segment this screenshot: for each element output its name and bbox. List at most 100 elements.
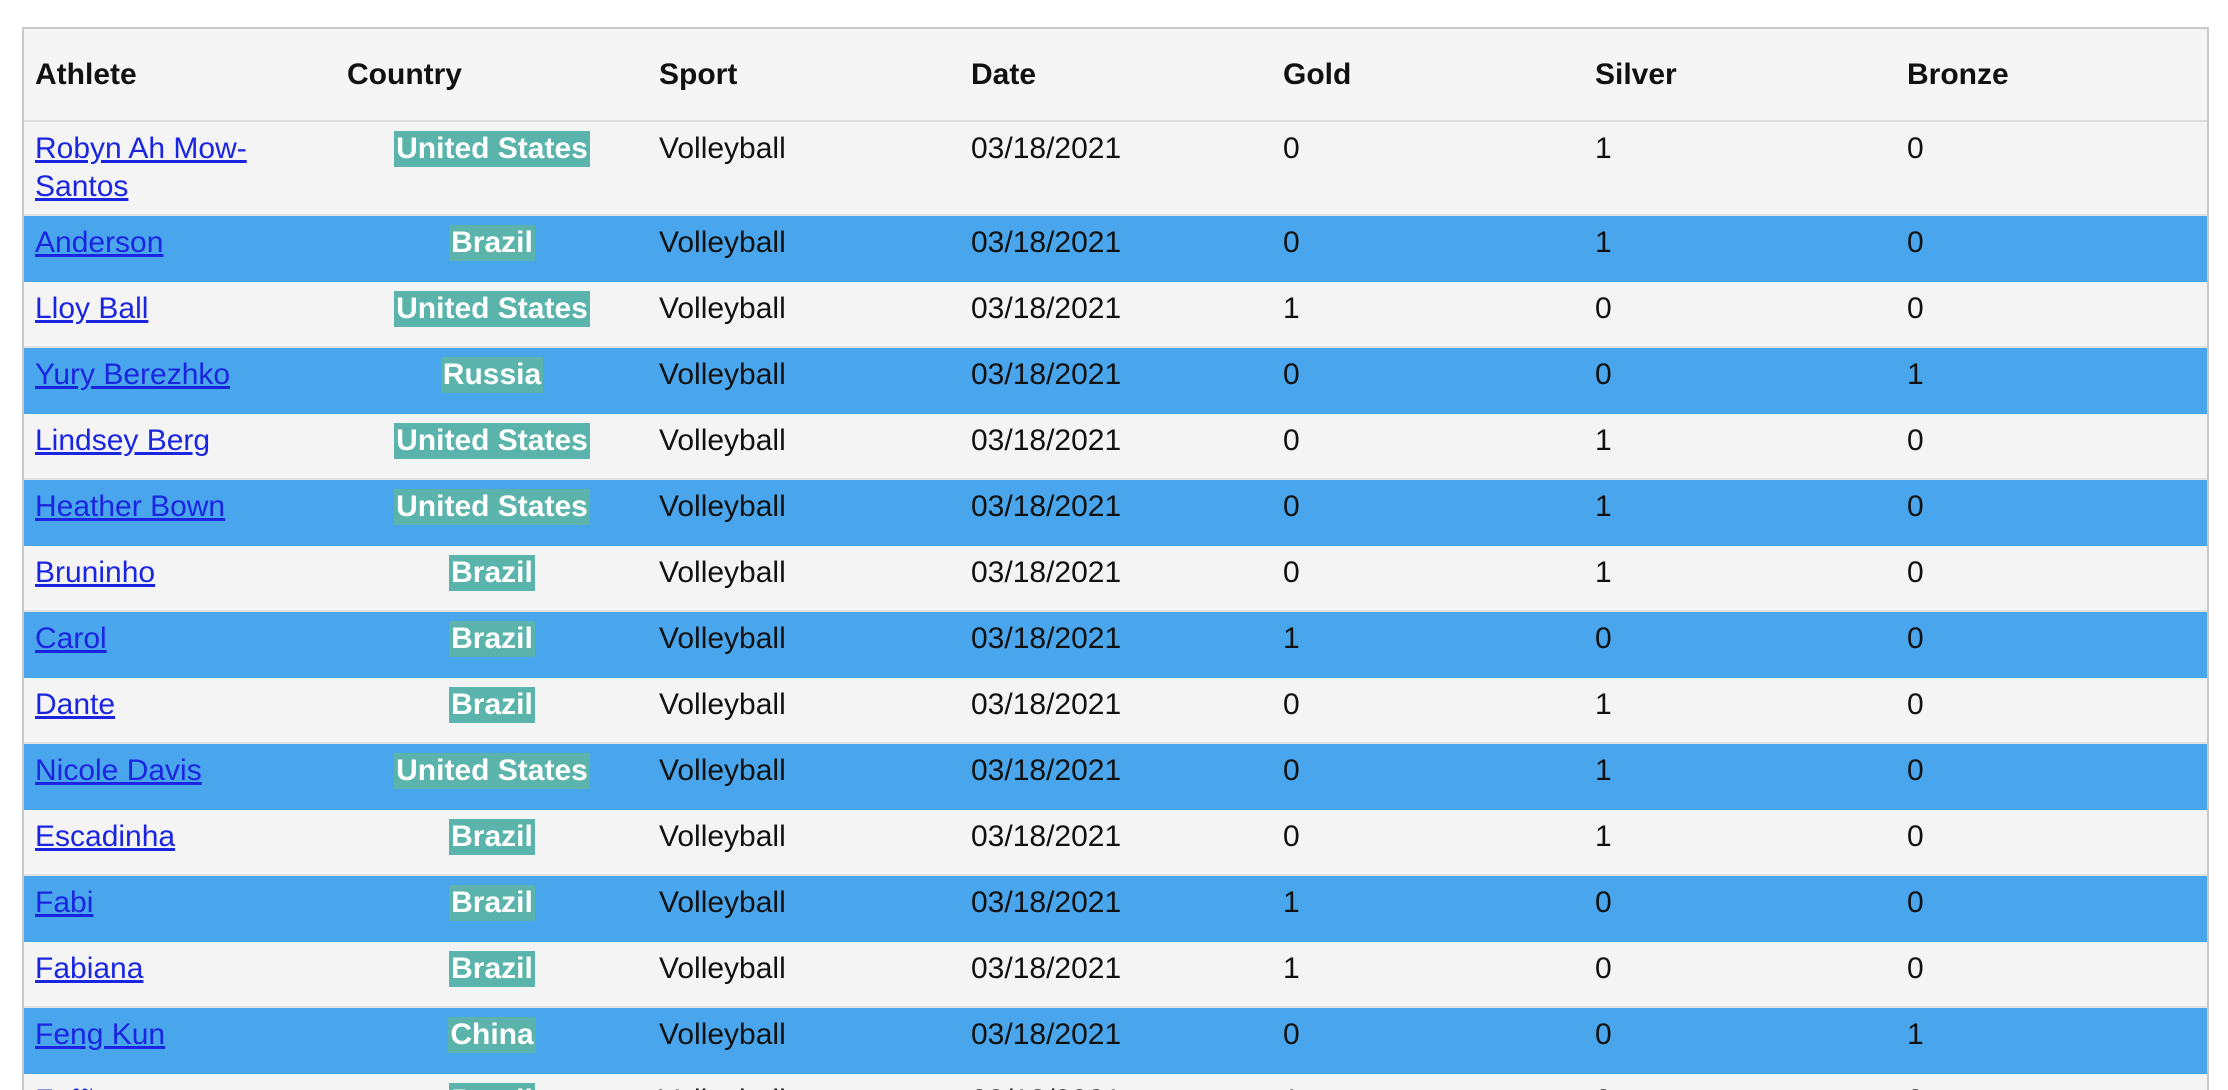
country-badge: Brazil <box>449 819 535 855</box>
cell-athlete: Anderson <box>24 215 336 282</box>
cell-country: Brazil <box>336 677 648 744</box>
cell-country: Brazil <box>336 875 648 942</box>
cell-gold: 0 <box>1272 1007 1584 1074</box>
athlete-link[interactable]: Bruninho <box>35 554 155 592</box>
country-badge: Brazil <box>449 225 535 261</box>
country-badge: Brazil <box>449 687 535 723</box>
table-row[interactable]: Heather Bown United States Volleyball 03/18… <box>24 479 2207 546</box>
cell-date: 03/18/2021 <box>960 121 1272 216</box>
column-header-silver[interactable]: Silver <box>1584 29 1896 122</box>
cell-date: 03/18/2021 <box>960 809 1272 876</box>
athlete-link[interactable]: Carol <box>35 620 107 658</box>
cell-date: 03/18/2021 <box>960 479 1272 546</box>
cell-athlete: Lloy Ball <box>24 281 336 348</box>
country-badge: United States <box>394 423 590 459</box>
table-row[interactable]: Robyn Ah Mow-Santos United States Volleyba… <box>24 121 2207 216</box>
cell-bronze: 0 <box>1896 215 2207 282</box>
athlete-link[interactable]: Nicole Davis <box>35 752 202 790</box>
table-row[interactable]: Lloy Ball United States Volleyball 03/18/20… <box>24 281 2207 348</box>
column-header-athlete[interactable]: Athlete <box>24 29 336 122</box>
athlete-link[interactable]: Yury Berezhko <box>35 356 230 394</box>
cell-bronze: 1 <box>1896 347 2207 414</box>
country-badge: Brazil <box>449 555 535 591</box>
cell-silver: 1 <box>1584 479 1896 546</box>
table-row[interactable]: Fabi Brazil Volleyball 03/18/2021 1 0 0 <box>24 875 2207 942</box>
cell-athlete: Bruninho <box>24 545 336 612</box>
cell-athlete: Heather Bown <box>24 479 336 546</box>
table-row[interactable]: Anderson Brazil Volleyball 03/18/2021 0 1 0 <box>24 215 2207 282</box>
cell-sport: Volleyball <box>648 875 960 942</box>
athlete-link[interactable]: Robyn Ah Mow-Santos <box>35 130 275 206</box>
cell-silver: 1 <box>1584 215 1896 282</box>
column-header-gold[interactable]: Gold <box>1272 29 1584 122</box>
cell-bronze: 0 <box>1896 941 2207 1008</box>
cell-bronze: 0 <box>1896 479 2207 546</box>
cell-athlete: Robyn Ah Mow-Santos <box>24 121 336 216</box>
cell-sport: Volleyball <box>648 121 960 216</box>
cell-bronze: 0 <box>1896 281 2207 348</box>
cell-sport: Volleyball <box>648 941 960 1008</box>
country-badge: Russia <box>440 357 544 393</box>
cell-bronze: 0 <box>1896 809 2207 876</box>
cell-sport: Volleyball <box>648 1007 960 1074</box>
cell-sport: Volleyball <box>648 611 960 678</box>
cell-athlete: Yury Berezhko <box>24 347 336 414</box>
athlete-link[interactable]: Feng Kun <box>35 1016 165 1054</box>
athlete-link[interactable]: Fofão <box>35 1082 112 1090</box>
cell-sport: Volleyball <box>648 413 960 480</box>
column-header-country[interactable]: Country <box>336 29 648 122</box>
cell-bronze: 0 <box>1896 743 2207 810</box>
cell-gold: 0 <box>1272 743 1584 810</box>
cell-athlete: Lindsey Berg <box>24 413 336 480</box>
cell-gold: 0 <box>1272 677 1584 744</box>
cell-silver: 0 <box>1584 1073 1896 1090</box>
athlete-link[interactable]: Lindsey Berg <box>35 422 210 460</box>
cell-gold: 1 <box>1272 1073 1584 1090</box>
athlete-link[interactable]: Dante <box>35 686 115 724</box>
cell-country: Russia <box>336 347 648 414</box>
table-row[interactable]: Bruninho Brazil Volleyball 03/18/2021 0 1 0 <box>24 545 2207 612</box>
athlete-link[interactable]: Heather Bown <box>35 488 225 526</box>
cell-sport: Volleyball <box>648 347 960 414</box>
column-header-date[interactable]: Date <box>960 29 1272 122</box>
table-row[interactable]: Fabiana Brazil Volleyball 03/18/2021 1 0 0 <box>24 941 2207 1008</box>
table-row[interactable]: Lindsey Berg United States Volleyball 03/18… <box>24 413 2207 480</box>
cell-country: Brazil <box>336 1073 648 1090</box>
cell-country: Brazil <box>336 545 648 612</box>
athlete-link[interactable]: Fabi <box>35 884 93 922</box>
table-row[interactable]: Nicole Davis United States Volleyball 03/18… <box>24 743 2207 810</box>
cell-silver: 0 <box>1584 611 1896 678</box>
cell-date: 03/18/2021 <box>960 347 1272 414</box>
cell-athlete: Escadinha <box>24 809 336 876</box>
column-header-sport[interactable]: Sport <box>648 29 960 122</box>
cell-silver: 0 <box>1584 1007 1896 1074</box>
athlete-link[interactable]: Fabiana <box>35 950 143 988</box>
cell-date: 03/18/2021 <box>960 611 1272 678</box>
cell-gold: 0 <box>1272 479 1584 546</box>
athlete-link[interactable]: Lloy Ball <box>35 290 148 328</box>
cell-bronze: 0 <box>1896 875 2207 942</box>
athlete-link[interactable]: Escadinha <box>35 818 175 856</box>
cell-silver: 1 <box>1584 809 1896 876</box>
table-row[interactable]: Escadinha Brazil Volleyball 03/18/2021 0 1 0 <box>24 809 2207 876</box>
table-row[interactable]: FofãoBrazilVolleyball03/18/2021100 <box>24 1073 2207 1090</box>
cell-gold: 0 <box>1272 545 1584 612</box>
table-row[interactable]: Dante Brazil Volleyball 03/18/2021 0 1 0 <box>24 677 2207 744</box>
table-row[interactable]: Feng Kun China Volleyball 03/18/2021 0 0 1 <box>24 1007 2207 1074</box>
table-row[interactable]: Yury Berezhko Russia Volleyball 03/18/2021 0… <box>24 347 2207 414</box>
cell-silver: 1 <box>1584 677 1896 744</box>
country-badge: Brazil <box>449 621 535 657</box>
table-row[interactable]: Carol Brazil Volleyball 03/18/2021 1 0 0 <box>24 611 2207 678</box>
cell-silver: 0 <box>1584 875 1896 942</box>
cell-date: 03/18/2021 <box>960 677 1272 744</box>
cell-date: 03/18/2021 <box>960 1007 1272 1074</box>
cell-bronze: 0 <box>1896 677 2207 744</box>
cell-date: 03/18/2021 <box>960 545 1272 612</box>
cell-date: 03/18/2021 <box>960 215 1272 282</box>
cell-gold: 1 <box>1272 875 1584 942</box>
cell-date: 03/18/2021 <box>960 743 1272 810</box>
column-header-bronze[interactable]: Bronze <box>1896 29 2207 122</box>
cell-gold: 0 <box>1272 809 1584 876</box>
cell-bronze: 1 <box>1896 1007 2207 1074</box>
athlete-link[interactable]: Anderson <box>35 224 163 262</box>
